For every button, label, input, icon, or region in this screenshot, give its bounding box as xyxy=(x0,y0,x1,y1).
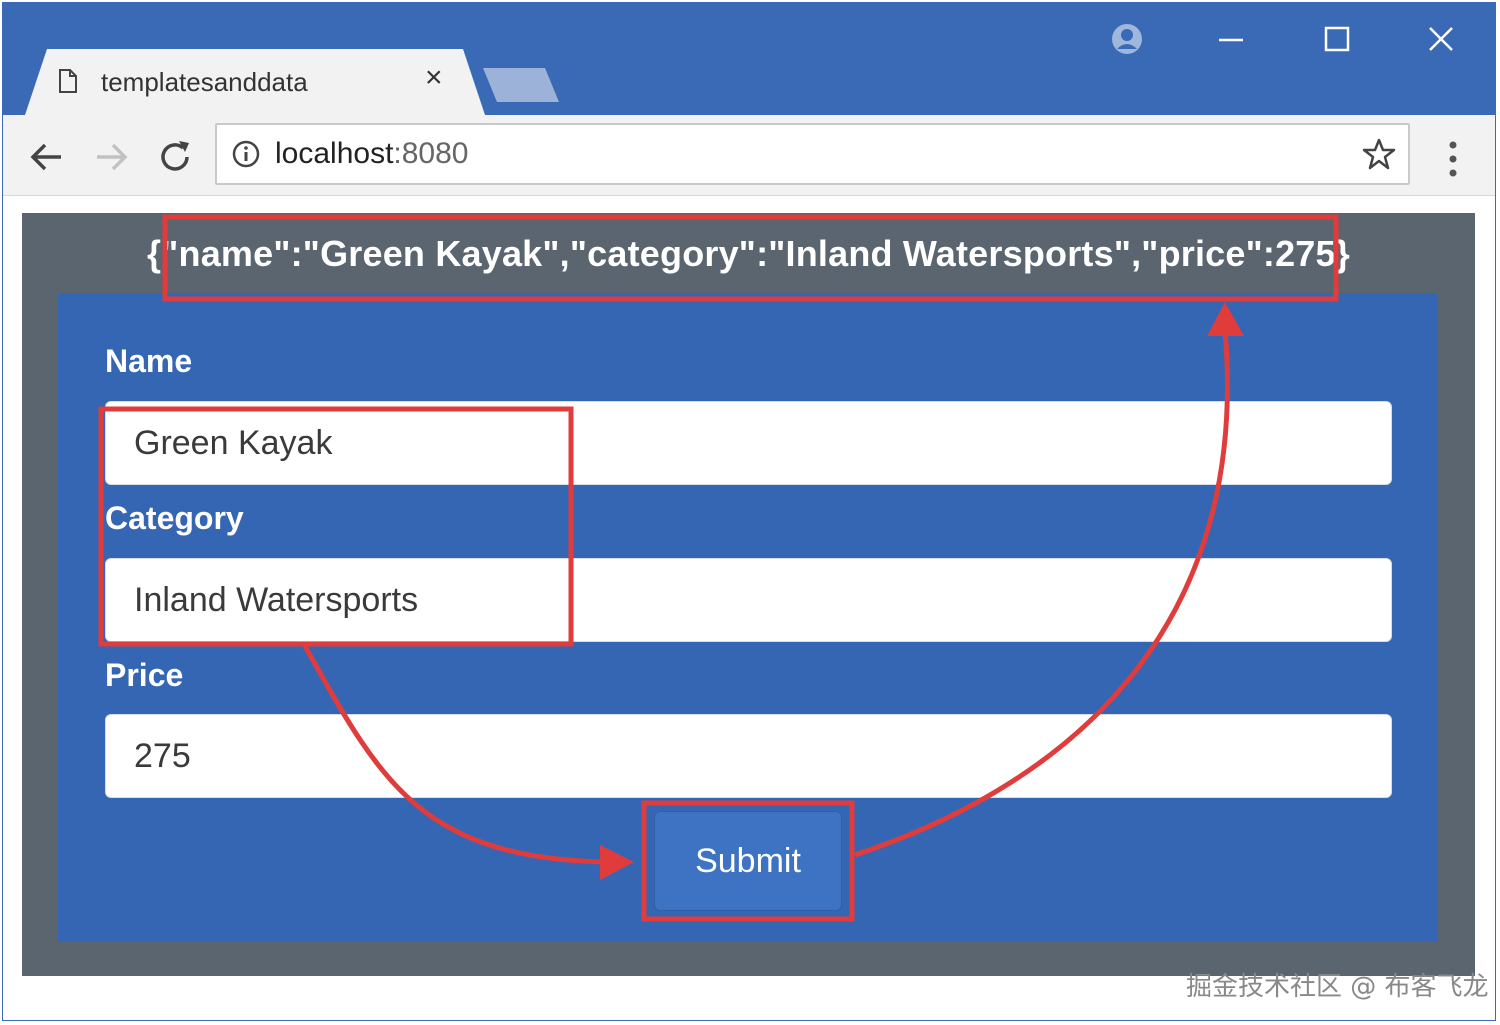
name-input[interactable]: Green Kayak xyxy=(105,401,1392,485)
price-input[interactable]: 275 xyxy=(105,714,1392,798)
watermark: 掘金技术社区 @ 布客飞龙 xyxy=(1186,972,1489,1002)
reload-icon[interactable] xyxy=(155,137,195,177)
new-tab-button[interactable] xyxy=(483,68,559,102)
url-host: localhost xyxy=(275,137,394,170)
browser-toolbar: localhost:8080 xyxy=(3,115,1495,196)
maximize-icon[interactable] xyxy=(1319,21,1355,57)
address-bar[interactable]: localhost:8080 xyxy=(215,123,1410,185)
back-arrow-icon[interactable] xyxy=(27,137,67,177)
url-text: localhost:8080 xyxy=(275,137,468,171)
info-icon[interactable] xyxy=(231,139,261,169)
document-icon xyxy=(59,69,77,93)
close-icon[interactable]: × xyxy=(425,63,443,93)
category-label: Category xyxy=(105,500,244,536)
minimize-icon[interactable] xyxy=(1213,21,1249,57)
product-form: Name Green Kayak Category Inland Watersp… xyxy=(58,293,1438,941)
url-port: :8080 xyxy=(393,137,469,170)
page-viewport: {"name":"Green Kayak","category":"Inland… xyxy=(22,213,1475,976)
json-output: {"name":"Green Kayak","category":"Inland… xyxy=(147,233,1350,274)
account-icon[interactable] xyxy=(1109,21,1145,57)
title-bar: templatesanddata × xyxy=(3,3,1495,115)
category-input[interactable]: Inland Watersports xyxy=(105,558,1392,642)
forward-arrow-icon[interactable] xyxy=(91,137,131,177)
price-label: Price xyxy=(105,657,184,693)
name-label: Name xyxy=(105,343,193,379)
submit-button[interactable]: Submit xyxy=(654,811,842,911)
star-icon[interactable] xyxy=(1362,137,1396,171)
tab-title: templatesanddata xyxy=(101,67,308,97)
tab-templatesanddata[interactable]: templatesanddata × xyxy=(25,49,485,115)
window-close-icon[interactable] xyxy=(1423,21,1459,57)
menu-dots-icon[interactable] xyxy=(1445,139,1461,179)
